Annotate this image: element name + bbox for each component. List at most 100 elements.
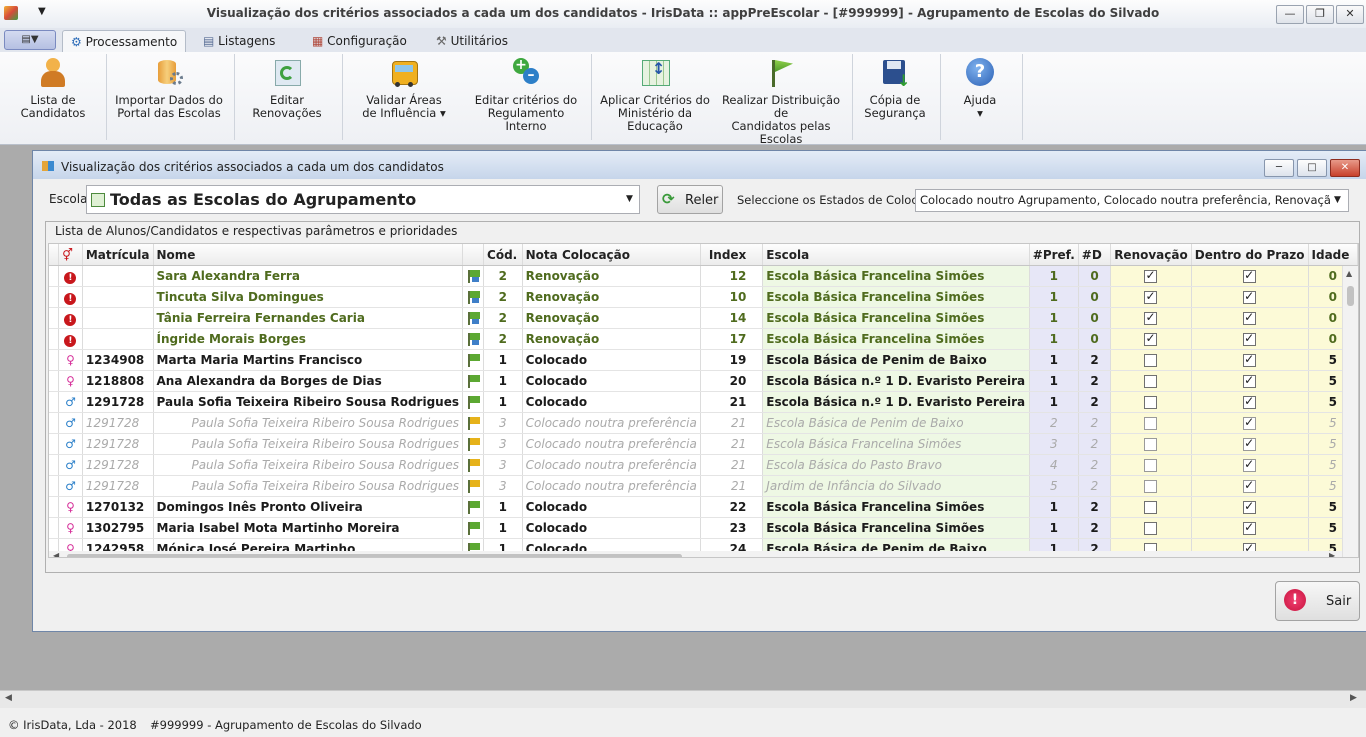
validar-areas-button[interactable]: Validar Áreas de Influência ▾ bbox=[352, 56, 456, 136]
sair-button[interactable]: ! Sair bbox=[1275, 581, 1360, 621]
renovacao-checkbox[interactable] bbox=[1144, 501, 1158, 514]
chevron-down-icon[interactable]: ▼ bbox=[1334, 195, 1341, 205]
column-header[interactable]: Index bbox=[700, 244, 764, 266]
prazo-checkbox[interactable] bbox=[1243, 310, 1257, 325]
table-row[interactable]: ! Tânia Ferreira Fernandes Caria 2 Renovaçã… bbox=[49, 307, 1358, 329]
candidates-grid[interactable]: ⚥ Matrícula Nome Cód. Nota Colocação Ind… bbox=[48, 243, 1359, 558]
prazo-checkbox[interactable] bbox=[1243, 331, 1257, 346]
row-selector[interactable] bbox=[49, 370, 60, 392]
renovacao-cell[interactable] bbox=[1110, 412, 1192, 434]
aplicar-criterios-button[interactable]: ↕ Aplicar Critérios do Ministério da Edu… bbox=[596, 56, 714, 136]
renovacao-cell[interactable] bbox=[1110, 454, 1192, 476]
prazo-checkbox[interactable] bbox=[1243, 457, 1257, 472]
column-header[interactable]: Nota Colocação bbox=[522, 244, 701, 266]
tab-processamento[interactable]: ⚙ Processamento bbox=[62, 30, 187, 53]
prazo-cell[interactable] bbox=[1191, 349, 1309, 371]
column-header[interactable]: Dentro do Prazo bbox=[1191, 244, 1309, 266]
column-header[interactable]: #D bbox=[1078, 244, 1112, 266]
table-row[interactable]: ! Íngride Morais Borges 2 Renovação 17 Escola… bbox=[49, 328, 1358, 350]
vertical-scroll-thumb[interactable] bbox=[1347, 286, 1354, 306]
reler-button[interactable]: ⟳ Reler bbox=[657, 185, 723, 214]
row-selector[interactable] bbox=[49, 475, 60, 497]
editar-renovacoes-button[interactable]: Editar Renovações bbox=[244, 56, 330, 136]
child-restore-button[interactable]: □ bbox=[1297, 159, 1327, 177]
escola-combo[interactable]: Todas as Escolas do Agrupamento ▼ bbox=[86, 185, 640, 214]
workspace-horizontal-scrollbar[interactable]: ◀ ▶ bbox=[0, 690, 1366, 708]
restore-button[interactable]: ❐ bbox=[1306, 5, 1334, 24]
renovacao-checkbox[interactable] bbox=[1144, 396, 1158, 409]
copia-seguranca-button[interactable]: ↓ Cópia de Segurança bbox=[860, 56, 930, 136]
table-row[interactable]: ♀ 1270132 Domingos Inês Pronto Oliveira 1 Co… bbox=[49, 496, 1358, 518]
tab-listagens[interactable]: ▤ Listagens bbox=[195, 30, 283, 52]
table-row[interactable]: ! Tincuta Silva Domingues 2 Renovação 10 Esco… bbox=[49, 286, 1358, 308]
prazo-cell[interactable] bbox=[1191, 496, 1309, 518]
column-header[interactable]: Idade bbox=[1308, 244, 1358, 266]
ajuda-button[interactable]: ? Ajuda ▾ bbox=[948, 56, 1012, 136]
row-selector[interactable] bbox=[49, 454, 60, 476]
table-row[interactable]: ♀ 1234908 Marta Maria Martins Francisco 1 Co… bbox=[49, 349, 1358, 371]
renovacao-cell[interactable] bbox=[1110, 370, 1192, 392]
prazo-cell[interactable] bbox=[1191, 517, 1309, 539]
table-row[interactable]: ♂ 1291728 Paula Sofia Teixeira Ribeiro Sou… bbox=[49, 391, 1358, 413]
table-row[interactable]: ♀ 1218808 Ana Alexandra da Borges de Dias 1… bbox=[49, 370, 1358, 392]
prazo-checkbox[interactable] bbox=[1243, 352, 1257, 367]
renovacao-checkbox[interactable] bbox=[1144, 459, 1158, 472]
renovacao-cell[interactable] bbox=[1110, 433, 1192, 455]
horizontal-scrollbar[interactable]: ◀ ▶ bbox=[49, 551, 1342, 557]
renovacao-cell[interactable] bbox=[1110, 496, 1192, 518]
row-selector[interactable] bbox=[49, 391, 60, 413]
prazo-checkbox[interactable] bbox=[1243, 478, 1257, 493]
lista-candidatos-button[interactable]: Lista de Candidatos bbox=[8, 56, 98, 136]
renovacao-cell[interactable] bbox=[1110, 307, 1192, 329]
row-selector-header[interactable] bbox=[49, 244, 60, 266]
row-selector[interactable] bbox=[49, 496, 60, 518]
renovacao-checkbox[interactable] bbox=[1144, 375, 1158, 388]
row-selector[interactable] bbox=[49, 307, 60, 329]
vertical-scrollbar[interactable]: ▲ bbox=[1342, 266, 1358, 557]
renovacao-checkbox[interactable] bbox=[1144, 268, 1158, 283]
row-selector[interactable] bbox=[49, 349, 60, 371]
horizontal-scroll-thumb[interactable] bbox=[67, 554, 682, 557]
renovacao-cell[interactable] bbox=[1110, 286, 1192, 308]
scroll-up-icon[interactable]: ▲ bbox=[1346, 269, 1352, 278]
scroll-left-icon[interactable]: ◀ bbox=[53, 551, 59, 557]
chevron-down-icon[interactable]: ▼ bbox=[626, 194, 633, 204]
row-selector[interactable] bbox=[49, 517, 60, 539]
prazo-checkbox[interactable] bbox=[1243, 394, 1257, 409]
table-row[interactable]: ! Sara Alexandra Ferra 2 Renovação 12 Escola … bbox=[49, 265, 1358, 287]
renovacao-checkbox[interactable] bbox=[1144, 289, 1158, 304]
scroll-left-icon[interactable]: ◀ bbox=[5, 693, 12, 703]
table-row[interactable]: ♂ 1291728 Paula Sofia Teixeira Ribeiro Sou… bbox=[49, 454, 1358, 476]
renovacao-checkbox[interactable] bbox=[1144, 331, 1158, 346]
renovacao-checkbox[interactable] bbox=[1144, 354, 1158, 367]
renovacao-cell[interactable] bbox=[1110, 265, 1192, 287]
prazo-checkbox[interactable] bbox=[1243, 499, 1257, 514]
prazo-cell[interactable] bbox=[1191, 412, 1309, 434]
prazo-checkbox[interactable] bbox=[1243, 268, 1257, 283]
renovacao-checkbox[interactable] bbox=[1144, 522, 1158, 535]
table-row[interactable]: ♀ 1302795 Maria Isabel Mota Martinho Morei… bbox=[49, 517, 1358, 539]
scroll-right-icon[interactable]: ▶ bbox=[1350, 693, 1357, 703]
prazo-checkbox[interactable] bbox=[1243, 520, 1257, 535]
column-header[interactable]: Matrícula bbox=[82, 244, 154, 266]
tab-utilitarios[interactable]: ⚒ Utilitários bbox=[428, 30, 516, 52]
prazo-cell[interactable] bbox=[1191, 265, 1309, 287]
renovacao-checkbox[interactable] bbox=[1144, 480, 1158, 493]
prazo-cell[interactable] bbox=[1191, 307, 1309, 329]
prazo-checkbox[interactable] bbox=[1243, 373, 1257, 388]
table-row[interactable]: ♂ 1291728 Paula Sofia Teixeira Ribeiro Sou… bbox=[49, 433, 1358, 455]
child-minimize-button[interactable]: ─ bbox=[1264, 159, 1294, 177]
tab-configuracao[interactable]: ▦ Configuração bbox=[304, 30, 415, 52]
prazo-checkbox[interactable] bbox=[1243, 289, 1257, 304]
prazo-cell[interactable] bbox=[1191, 391, 1309, 413]
column-header[interactable]: Escola bbox=[762, 244, 1030, 266]
renovacao-checkbox[interactable] bbox=[1144, 310, 1158, 325]
column-header[interactable]: Cód. bbox=[483, 244, 523, 266]
renovacao-cell[interactable] bbox=[1110, 517, 1192, 539]
prazo-cell[interactable] bbox=[1191, 328, 1309, 350]
realizar-distribuicao-button[interactable]: Realizar Distribuição de Candidatos pela… bbox=[718, 56, 844, 146]
close-button[interactable]: ✕ bbox=[1336, 5, 1364, 24]
column-header[interactable]: Nome bbox=[153, 244, 464, 266]
renovacao-checkbox[interactable] bbox=[1144, 438, 1158, 451]
row-selector[interactable] bbox=[49, 433, 60, 455]
